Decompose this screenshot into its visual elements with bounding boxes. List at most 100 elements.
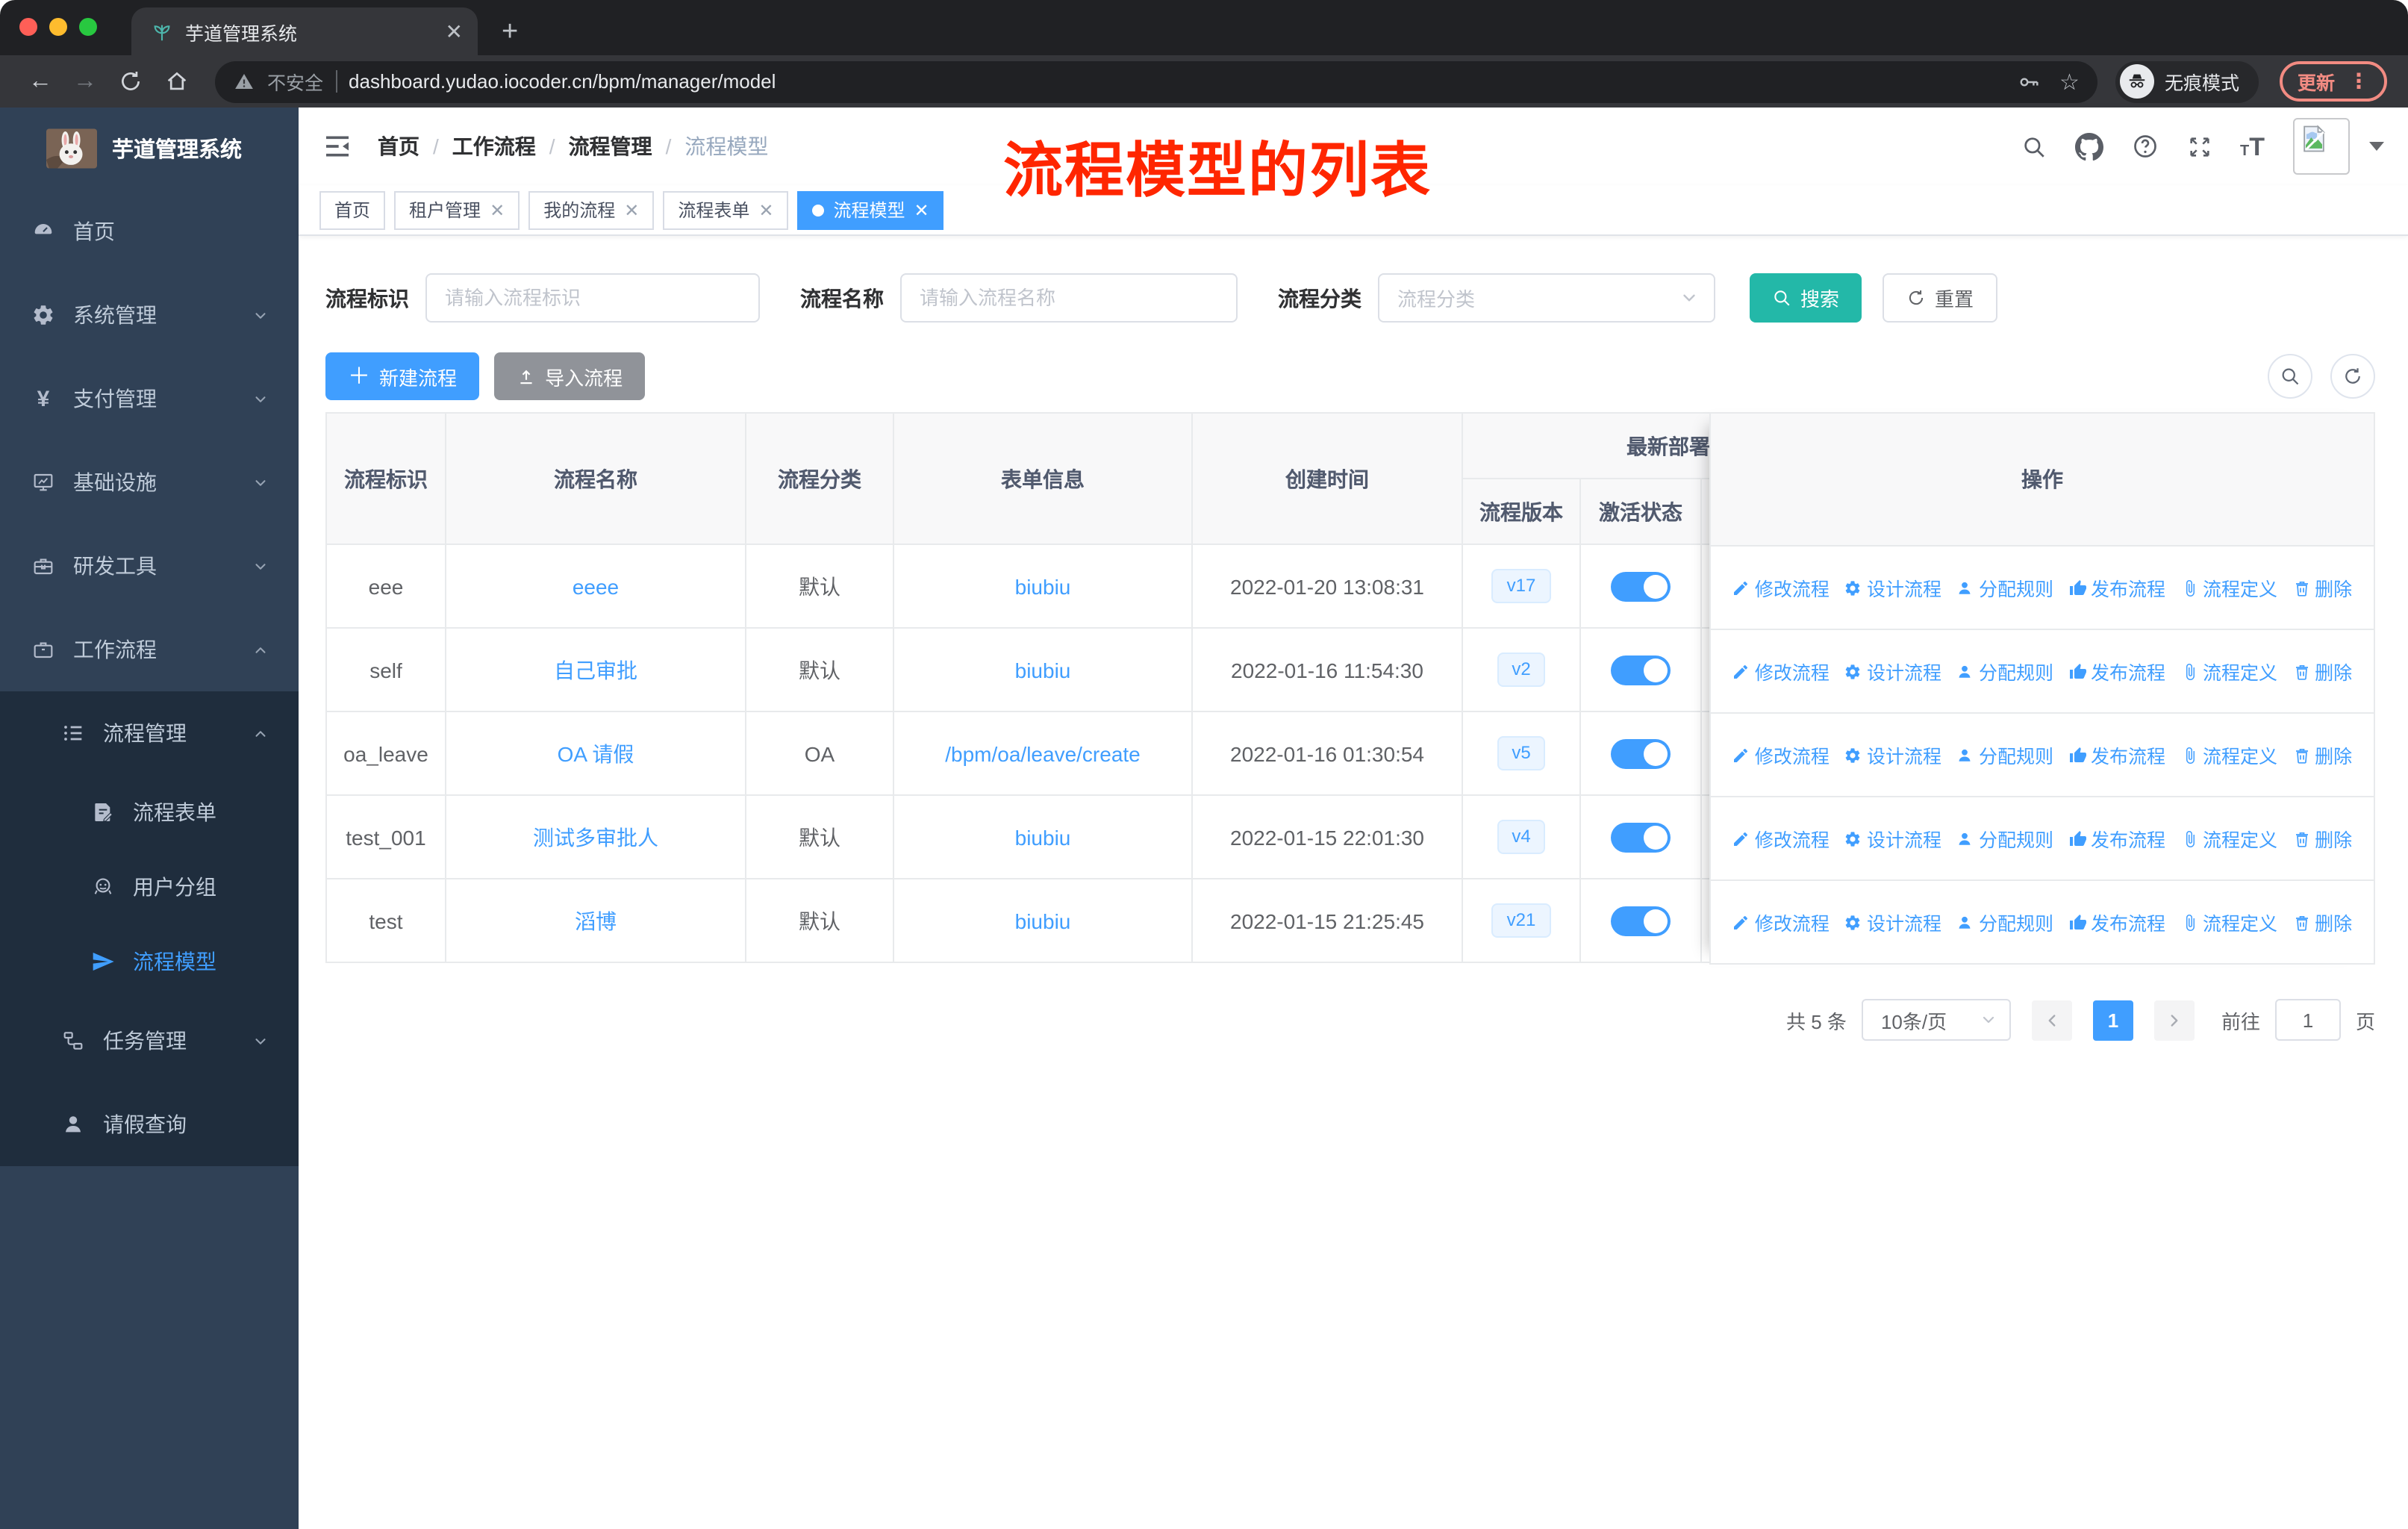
tag-close-icon[interactable]: ✕	[624, 201, 639, 219]
current-page-button[interactable]: 1	[2092, 1000, 2133, 1040]
new-tab-button[interactable]: +	[502, 18, 518, 46]
form-info-link[interactable]: biubiu	[1015, 825, 1071, 849]
active-toggle[interactable]	[1611, 822, 1671, 852]
breadcrumb-item[interactable]: 工作流程	[452, 131, 536, 161]
action-definition[interactable]: 流程定义	[2180, 657, 2277, 685]
refresh-table-button[interactable]	[2330, 354, 2375, 399]
action-publish[interactable]: 发布流程	[2068, 908, 2165, 936]
action-assign-rule[interactable]: 分配规则	[1956, 741, 2053, 769]
sidebar-item-7[interactable]: 流程表单	[0, 775, 299, 850]
window-controls[interactable]	[19, 18, 97, 36]
next-page-button[interactable]	[2153, 1000, 2195, 1040]
action-design[interactable]: 设计流程	[1844, 573, 1941, 602]
action-assign-rule[interactable]: 分配规则	[1956, 908, 2053, 936]
font-size-icon[interactable]: TT	[2240, 134, 2265, 159]
action-delete[interactable]: 删除	[2292, 741, 2352, 769]
action-definition[interactable]: 流程定义	[2180, 573, 2277, 602]
import-process-button[interactable]: 导入流程	[494, 352, 646, 400]
active-toggle[interactable]	[1611, 655, 1671, 685]
tag-tab-2[interactable]: 我的流程 ✕	[528, 190, 655, 229]
process-name-input[interactable]	[900, 273, 1238, 323]
action-design[interactable]: 设计流程	[1844, 657, 1941, 685]
sidebar-item-9[interactable]: 流程模型	[0, 924, 299, 999]
browser-update-button[interactable]: 更新 ⋮	[2279, 61, 2387, 102]
fullscreen-icon[interactable]	[2186, 134, 2212, 159]
create-process-button[interactable]: ＋ 新建流程	[325, 352, 480, 400]
sidebar-item-10[interactable]: 任务管理	[0, 999, 299, 1083]
action-modify[interactable]: 修改流程	[1732, 908, 1830, 936]
tag-tab-1[interactable]: 租户管理 ✕	[394, 190, 520, 229]
action-publish[interactable]: 发布流程	[2068, 657, 2165, 685]
sidebar-item-4[interactable]: 研发工具	[0, 524, 299, 608]
sidebar-item-5[interactable]: 工作流程	[0, 608, 299, 691]
form-info-link[interactable]: biubiu	[1015, 574, 1071, 598]
maximize-window-button[interactable]	[79, 18, 97, 36]
home-icon[interactable]	[164, 69, 190, 94]
header-search-icon[interactable]	[2021, 134, 2046, 159]
app-logo[interactable]: 芋道管理系统	[0, 108, 299, 190]
tag-close-icon[interactable]: ✕	[490, 201, 505, 219]
sidebar-item-2[interactable]: ¥ 支付管理	[0, 357, 299, 440]
sidebar-item-0[interactable]: 首页	[0, 190, 299, 273]
action-design[interactable]: 设计流程	[1844, 741, 1941, 769]
action-modify[interactable]: 修改流程	[1732, 741, 1830, 769]
breadcrumb-item[interactable]: 流程管理	[569, 131, 652, 161]
reload-icon[interactable]	[118, 69, 143, 94]
action-publish[interactable]: 发布流程	[2068, 573, 2165, 602]
action-delete[interactable]: 删除	[2292, 908, 2352, 936]
browser-tab[interactable]: 芋道管理系统 ✕	[131, 7, 478, 55]
tag-tab-0[interactable]: 首页	[319, 190, 386, 229]
tag-close-icon[interactable]: ✕	[758, 201, 773, 219]
sidebar-item-6[interactable]: 流程管理	[0, 691, 299, 775]
action-definition[interactable]: 流程定义	[2180, 908, 2277, 936]
sidebar-item-1[interactable]: 系统管理	[0, 273, 299, 357]
tag-tab-3[interactable]: 流程表单 ✕	[663, 190, 789, 229]
action-assign-rule[interactable]: 分配规则	[1956, 573, 2053, 602]
tag-close-icon[interactable]: ✕	[914, 201, 929, 219]
process-name-link[interactable]: 自己审批	[554, 658, 637, 682]
prev-page-button[interactable]	[2031, 1000, 2072, 1040]
form-info-link[interactable]: biubiu	[1015, 909, 1071, 932]
action-definition[interactable]: 流程定义	[2180, 741, 2277, 769]
goto-page-input[interactable]	[2274, 999, 2341, 1041]
sidebar-item-11[interactable]: 请假查询	[0, 1083, 299, 1166]
active-toggle[interactable]	[1611, 571, 1671, 601]
sidebar-item-3[interactable]: 基础设施	[0, 440, 299, 524]
close-window-button[interactable]	[19, 18, 37, 36]
action-publish[interactable]: 发布流程	[2068, 824, 2165, 853]
process-name-link[interactable]: 滔博	[575, 909, 617, 932]
action-modify[interactable]: 修改流程	[1732, 824, 1830, 853]
category-select[interactable]: 流程分类	[1378, 273, 1715, 323]
process-key-input[interactable]	[425, 273, 760, 323]
action-assign-rule[interactable]: 分配规则	[1956, 657, 2053, 685]
form-info-link[interactable]: /bpm/oa/leave/create	[945, 741, 1141, 765]
form-info-link[interactable]: biubiu	[1015, 658, 1071, 682]
password-key-icon[interactable]	[2016, 69, 2040, 93]
back-icon[interactable]: ←	[21, 69, 60, 93]
sidebar-collapse-icon[interactable]	[322, 131, 352, 161]
bookmark-star-icon[interactable]: ☆	[2059, 68, 2080, 95]
action-delete[interactable]: 删除	[2292, 824, 2352, 853]
avatar[interactable]	[2293, 118, 2350, 175]
browser-menu-icon[interactable]: ⋮	[2348, 69, 2369, 94]
action-modify[interactable]: 修改流程	[1732, 657, 1830, 685]
toggle-search-button[interactable]	[2268, 354, 2312, 399]
minimize-window-button[interactable]	[49, 18, 67, 36]
tab-close-icon[interactable]: ✕	[446, 21, 463, 42]
process-name-link[interactable]: OA 请假	[558, 741, 634, 765]
search-button[interactable]: 搜索	[1750, 273, 1862, 323]
page-size-select[interactable]: 10条/页	[1861, 999, 2011, 1041]
action-definition[interactable]: 流程定义	[2180, 824, 2277, 853]
process-name-link[interactable]: 测试多审批人	[533, 825, 658, 849]
action-publish[interactable]: 发布流程	[2068, 741, 2165, 769]
action-modify[interactable]: 修改流程	[1732, 573, 1830, 602]
sidebar-item-8[interactable]: 用户分组	[0, 850, 299, 924]
action-delete[interactable]: 删除	[2292, 573, 2352, 602]
active-toggle[interactable]	[1611, 738, 1671, 768]
url-omnibox[interactable]: 不安全 dashboard.yudao.iocoder.cn/bpm/manag…	[215, 60, 2097, 102]
action-design[interactable]: 设计流程	[1844, 824, 1941, 853]
breadcrumb-item[interactable]: 首页	[378, 131, 419, 161]
action-assign-rule[interactable]: 分配规则	[1956, 824, 2053, 853]
process-name-link[interactable]: eeee	[573, 574, 619, 598]
help-icon[interactable]	[2131, 133, 2158, 160]
